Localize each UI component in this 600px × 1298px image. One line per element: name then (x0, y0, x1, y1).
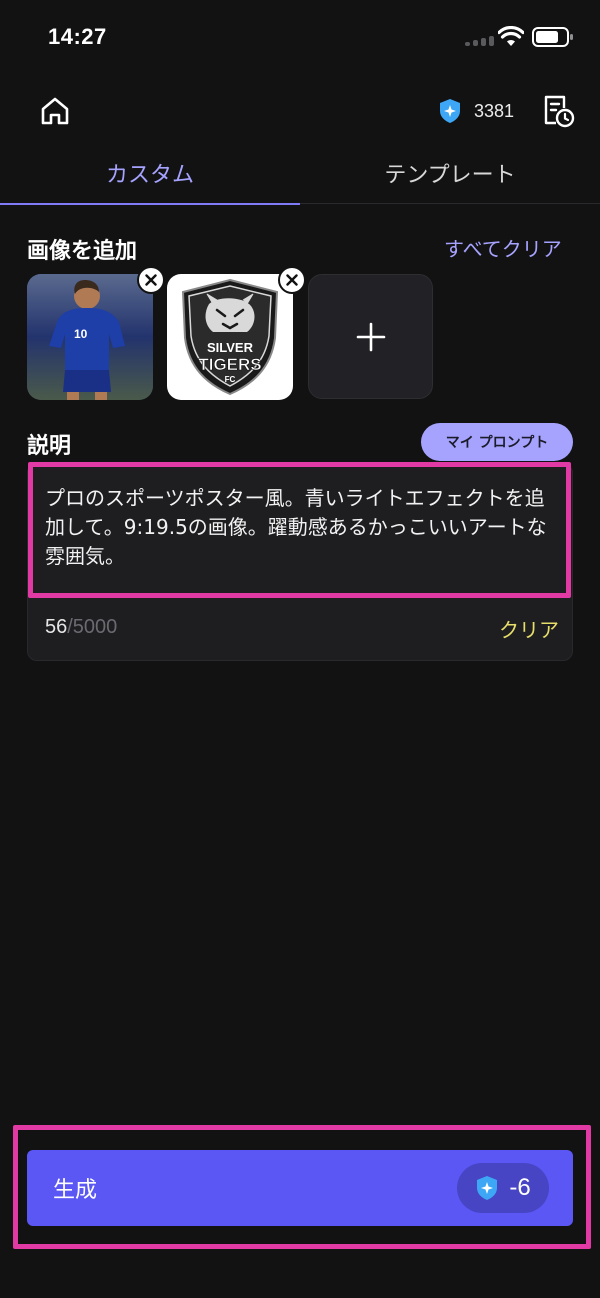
description-title: 説明 (27, 434, 72, 459)
header: 3381 (0, 90, 600, 140)
remove-image-button[interactable] (137, 266, 165, 294)
close-icon (286, 274, 298, 286)
silver-tigers-logo: SILVER TIGERS FC (181, 278, 279, 396)
clear-all-button[interactable]: すべてクリア (444, 233, 562, 262)
history-icon[interactable] (540, 92, 576, 128)
cellular-signal-icon (465, 36, 495, 46)
logo-text-fc: FC (225, 375, 236, 384)
generate-button[interactable]: 生成 -6 (27, 1150, 573, 1226)
tab-custom[interactable]: カスタム (0, 150, 300, 205)
tab-bar: カスタム テンプレート (0, 150, 600, 205)
generate-cost-value: -6 (509, 1174, 531, 1201)
wifi-icon (498, 26, 524, 46)
credit-shield-icon (477, 1176, 498, 1200)
logo-image-thumbnail[interactable]: SILVER TIGERS FC (167, 274, 293, 400)
character-count-max: /5000 (67, 616, 118, 638)
status-bar: 14:27 (0, 0, 600, 80)
character-count-current: 56 (45, 616, 68, 638)
tab-template[interactable]: テンプレート (300, 150, 600, 204)
character-counter: 56/5000 (45, 616, 117, 639)
add-image-button[interactable] (308, 274, 433, 399)
remove-image-button[interactable] (278, 266, 306, 294)
logo-text-silver: SILVER (207, 340, 254, 355)
credits-display: 3381 (438, 98, 514, 124)
jersey-number: 10 (74, 327, 88, 341)
generate-label: 生成 (53, 1178, 98, 1203)
clear-description-button[interactable]: クリア (499, 614, 559, 643)
credits-value: 3381 (474, 100, 515, 121)
add-image-title: 画像を追加 (27, 239, 138, 264)
home-icon[interactable] (38, 94, 72, 128)
player-image: 10 (27, 274, 153, 400)
plus-icon (356, 322, 385, 351)
close-icon (145, 274, 157, 286)
player-image-thumbnail[interactable]: 10 (27, 274, 153, 400)
generate-cost-badge: -6 (457, 1163, 549, 1213)
description-highlight-frame (28, 462, 571, 598)
battery-icon (532, 27, 573, 47)
status-time: 14:27 (48, 24, 107, 49)
credit-shield-icon (440, 99, 460, 123)
my-prompt-button[interactable]: マイ プロンプト (421, 423, 573, 461)
logo-text-tigers: TIGERS (198, 355, 261, 374)
